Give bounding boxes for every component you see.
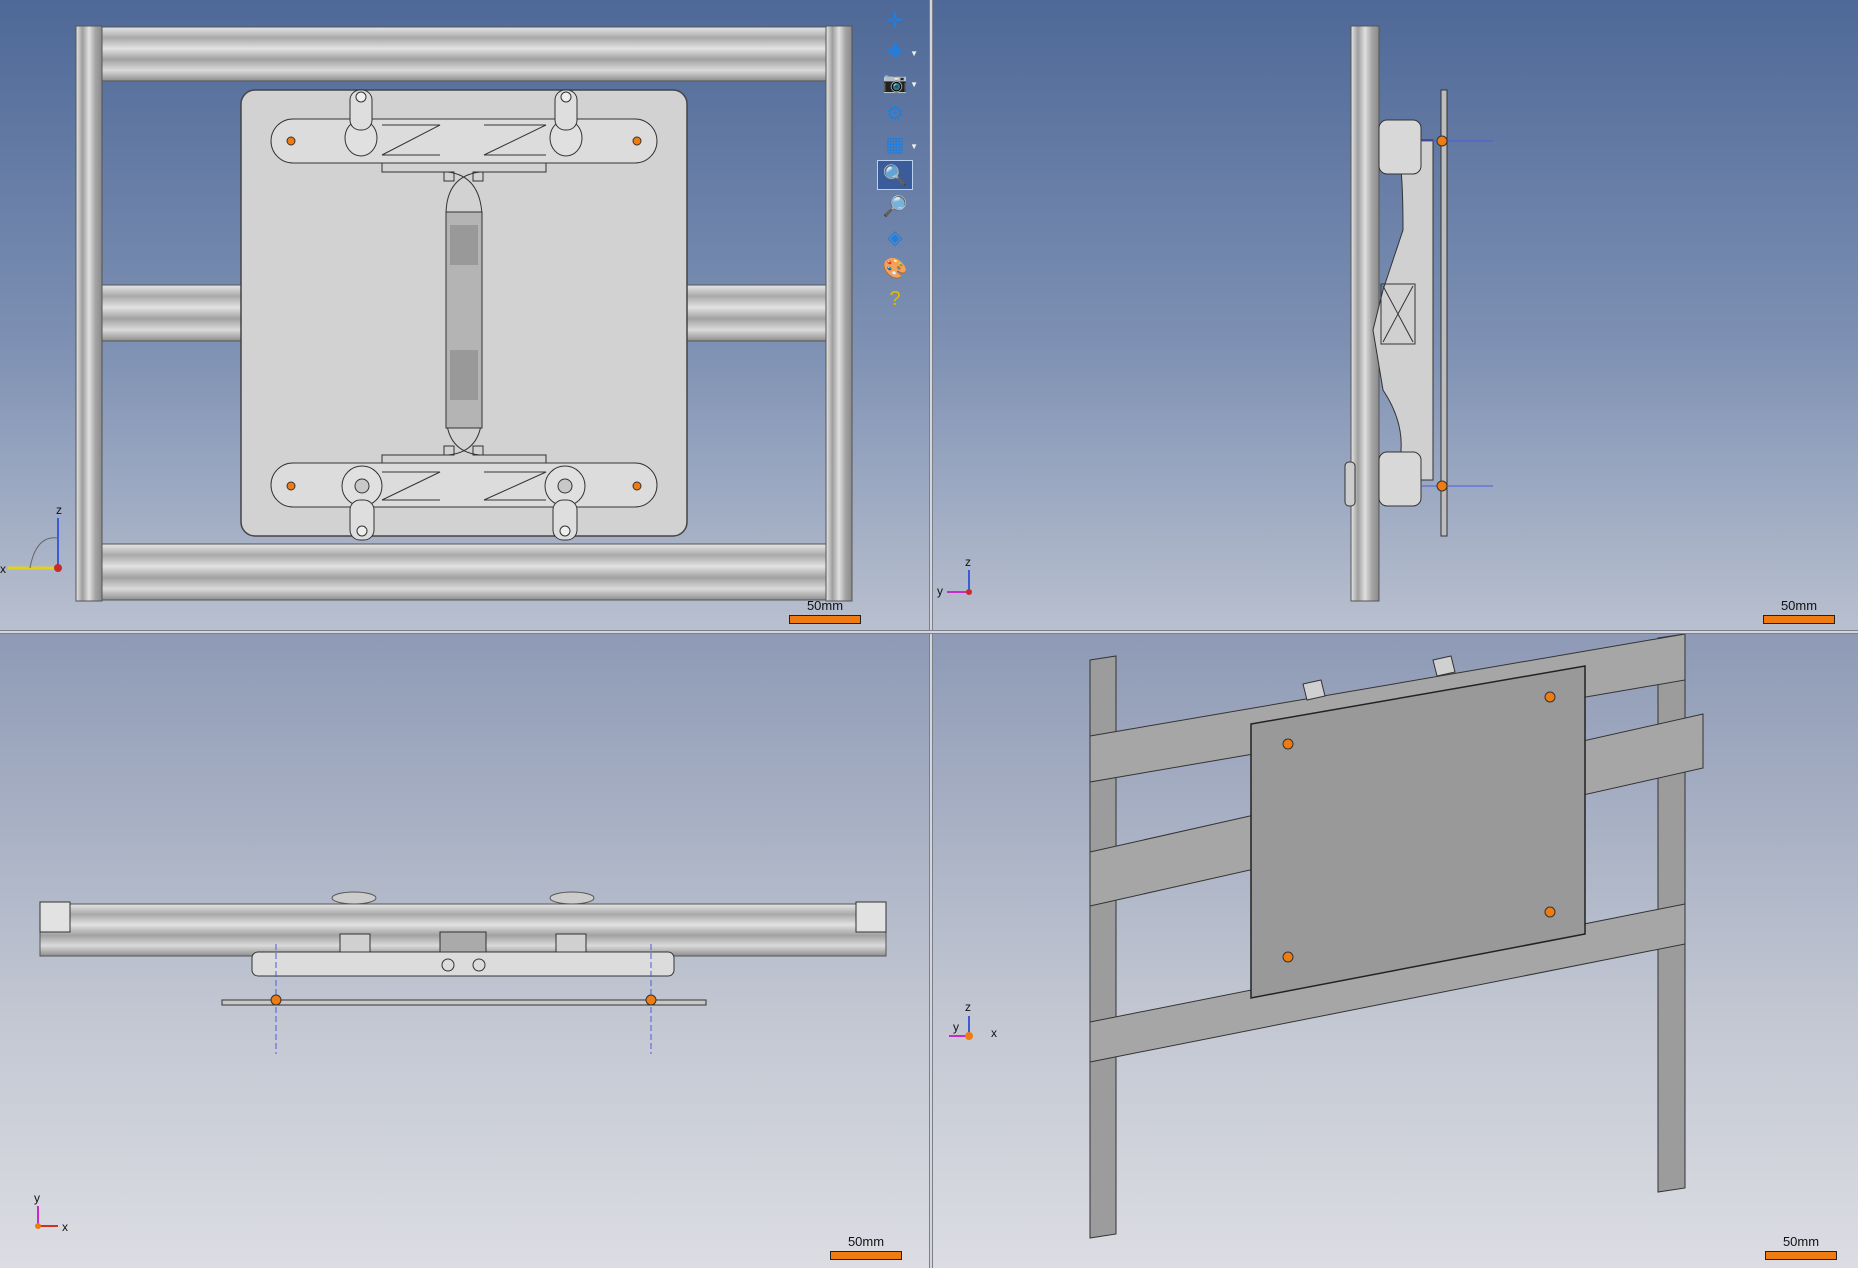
axis-label-y: y <box>953 1020 959 1034</box>
viewport-front[interactable]: z x 50mm ✛ ✚ ▼ 📷 ▼ ⚙ ▦ ▼ 🔍 🔎 ◈ 🎨 ? <box>0 0 929 630</box>
bottom-rail <box>101 543 827 601</box>
hole-tl <box>286 136 296 146</box>
upper-bracket <box>270 118 658 164</box>
hole-tr <box>632 136 642 146</box>
hole-bl <box>286 481 296 491</box>
axis-label-z: z <box>965 555 971 569</box>
iso-absolute-final <box>933 634 1858 1268</box>
iso-hole-2 <box>1544 691 1556 703</box>
iso-hinge-1 <box>1302 679 1326 701</box>
scale-bar-fill <box>830 1251 902 1260</box>
scale-bar: 50mm <box>1763 598 1835 624</box>
vertical-splitter[interactable] <box>929 0 933 1268</box>
side-post <box>1350 25 1380 602</box>
iso-hinge-2 <box>1432 655 1456 677</box>
scale-bar: 50mm <box>1765 1234 1837 1260</box>
axis-label-z: z <box>56 503 62 517</box>
axis-triad <box>947 570 972 595</box>
view-axis-icon[interactable]: ✚ ▼ <box>878 37 918 65</box>
palette-icon[interactable]: 🎨 <box>878 254 912 282</box>
left-post <box>75 25 103 602</box>
lower-bracket <box>270 462 658 508</box>
horizontal-splitter[interactable] <box>0 630 1858 634</box>
scale-label: 50mm <box>1782 1234 1820 1249</box>
axis-label-x: x <box>991 1026 997 1040</box>
zoom-icon[interactable]: 🔎 <box>878 192 912 220</box>
viewport-side[interactable]: z y 50mm <box>933 0 1858 630</box>
scale-bar: 50mm <box>830 1234 902 1260</box>
axis-triad <box>8 518 62 572</box>
iso-hole-3 <box>1544 906 1556 918</box>
top-rail <box>101 26 827 82</box>
cube-icon[interactable]: ◈ <box>878 223 912 251</box>
axis-label-x: x <box>0 562 6 576</box>
viewport-top[interactable]: y x 50mm <box>0 634 929 1268</box>
iso-hole-4 <box>1282 951 1294 963</box>
zoom-fit-icon[interactable]: 🔍 <box>877 160 913 190</box>
right-post <box>825 25 853 602</box>
side-bracket <box>1372 139 1434 481</box>
crosshair-icon[interactable]: ✛ <box>878 6 912 34</box>
side-plate <box>1440 89 1448 537</box>
top-view-drawing <box>35 891 887 1229</box>
axis-label-y: y <box>34 1191 40 1205</box>
measure-icon[interactable]: ⚙ <box>878 99 912 127</box>
dropdown-arrow-icon[interactable]: ▼ <box>910 49 918 58</box>
hole-br <box>632 481 642 491</box>
help-icon[interactable]: ? <box>878 285 912 313</box>
camera-icon[interactable]: 📷 ▼ <box>878 68 918 96</box>
iso-hole-1 <box>1282 738 1294 750</box>
axis-triad <box>35 1206 58 1229</box>
scale-bar: 50mm <box>789 598 861 624</box>
side-view-drawing <box>947 25 1493 602</box>
scale-bar-fill <box>1763 615 1835 624</box>
axis-label-x: x <box>62 1220 68 1234</box>
front-view-drawing <box>8 25 853 602</box>
axis-label-y: y <box>937 584 943 598</box>
scale-bar-fill <box>789 615 861 624</box>
dropdown-arrow-icon[interactable]: ▼ <box>910 142 918 151</box>
top-view-bracket <box>251 951 675 977</box>
scale-label: 50mm <box>806 598 844 613</box>
top-view-plate <box>221 999 707 1006</box>
axis-label-z: z <box>965 1000 971 1014</box>
view-toolbar: ✛ ✚ ▼ 📷 ▼ ⚙ ▦ ▼ 🔍 🔎 ◈ 🎨 ? <box>877 6 928 316</box>
scale-label: 50mm <box>847 1234 885 1249</box>
viewport-isometric[interactable]: z y x 50mm <box>933 634 1858 1268</box>
layout-grid-icon[interactable]: ▦ ▼ <box>878 130 918 158</box>
dropdown-arrow-icon[interactable]: ▼ <box>910 80 918 89</box>
scale-label: 50mm <box>1780 598 1818 613</box>
scale-bar-fill <box>1765 1251 1837 1260</box>
